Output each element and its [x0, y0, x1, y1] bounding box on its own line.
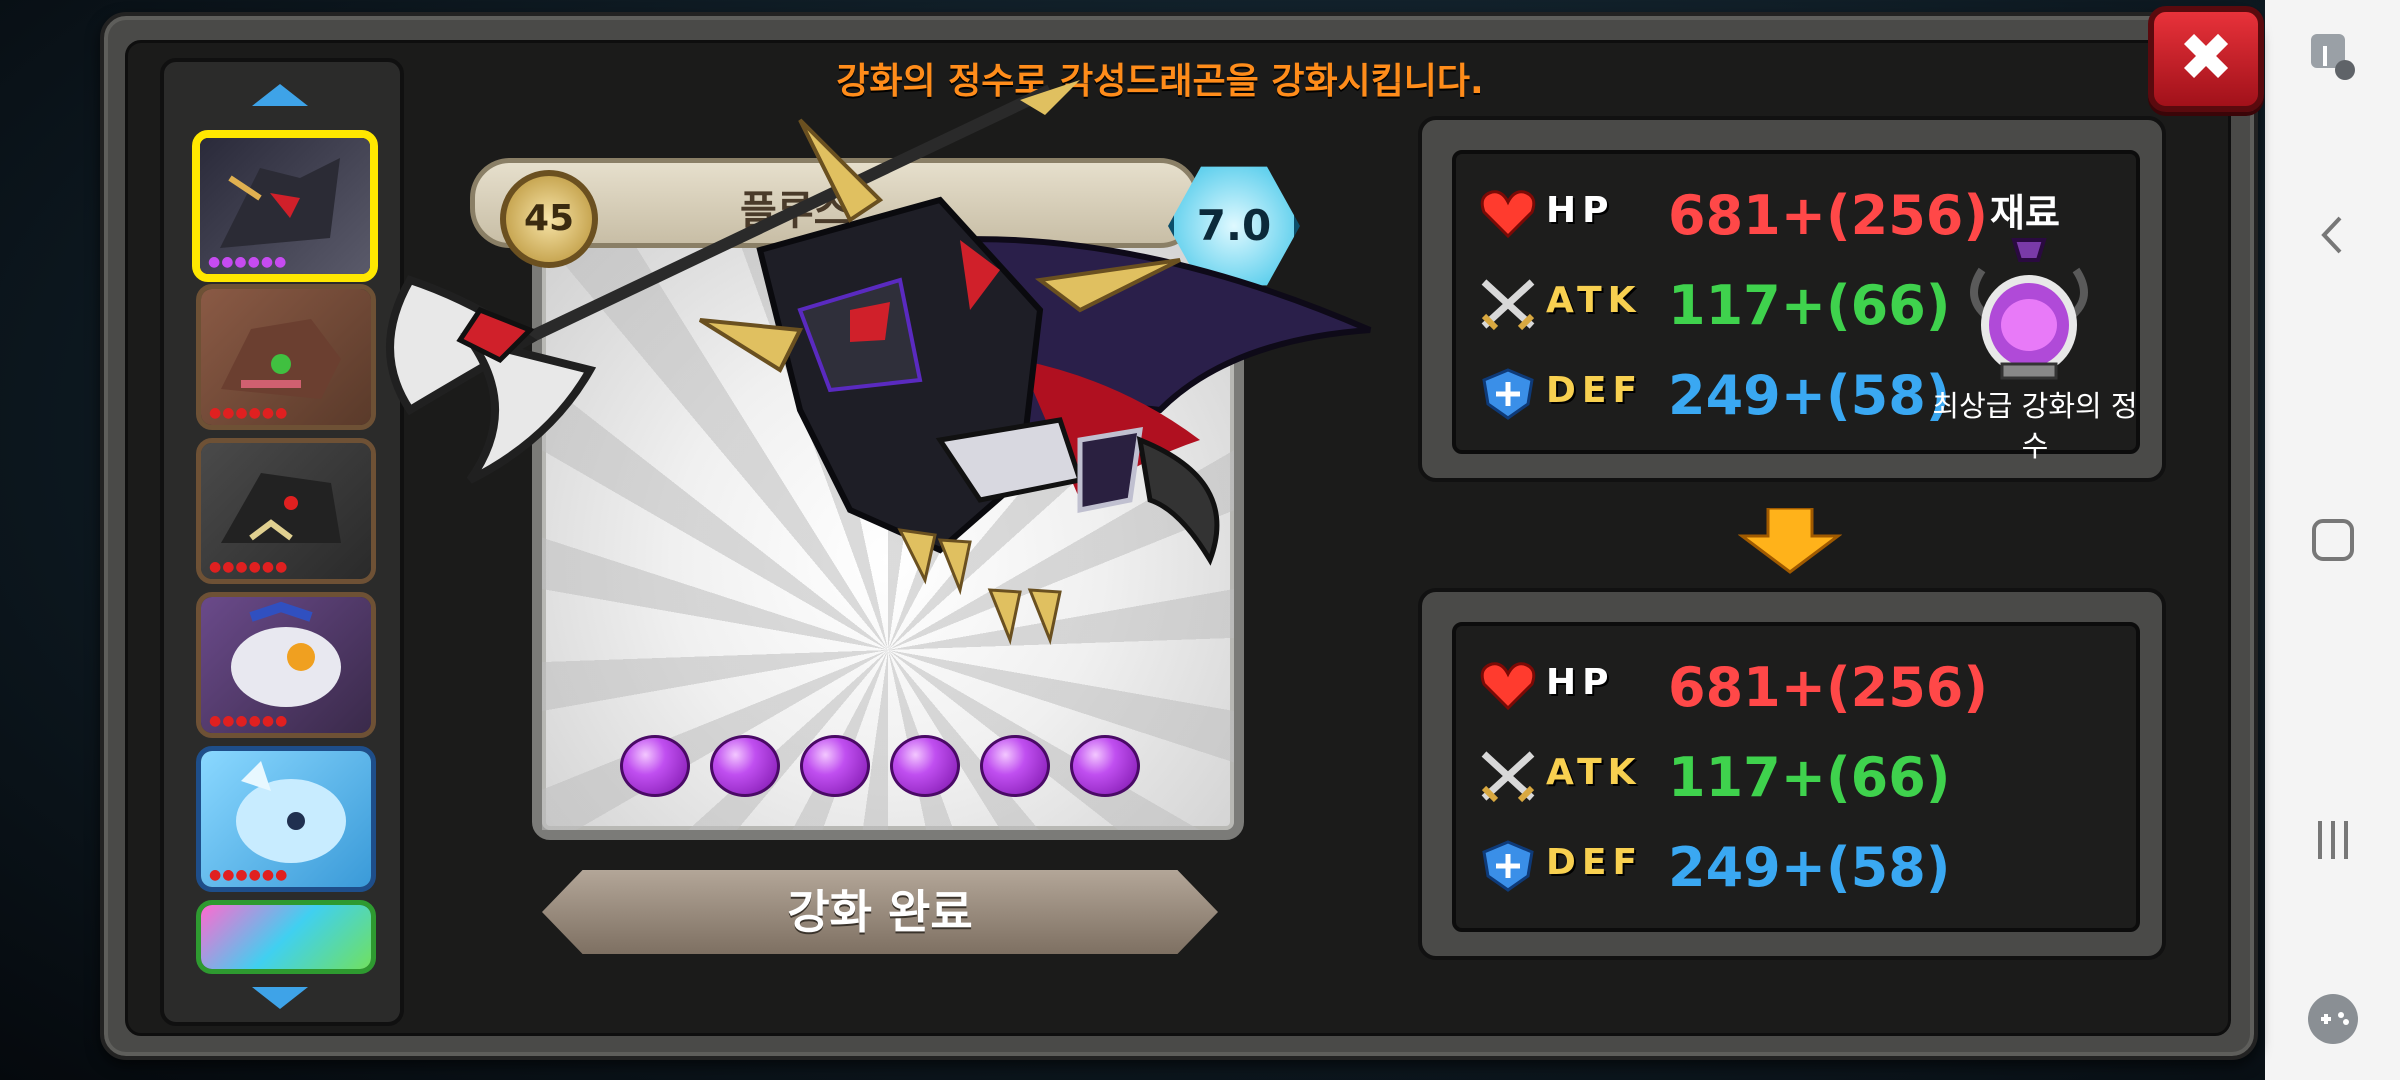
dragon-list[interactable]: ●●●●●● ●●●●●● ●●●●●● ●●●●●● ●●●●●●	[160, 58, 404, 1026]
orb	[710, 735, 780, 797]
thumb-stars: ●●●●●●	[209, 867, 289, 883]
system-navigation-bar	[2265, 0, 2400, 1080]
result-stats-panel: HP 681+(256) ATK 117+(66) DEF 249+(58)	[1418, 588, 2166, 960]
dragon-artwork	[386, 80, 1372, 646]
def-value: 249+(58)	[1668, 836, 1951, 899]
back-icon[interactable]	[2265, 210, 2400, 264]
hp-label: HP	[1546, 662, 1615, 703]
result-stats-inner: HP 681+(256) ATK 117+(66) DEF 249+(58)	[1452, 622, 2140, 932]
close-button[interactable]: ✖	[2148, 6, 2264, 112]
crossed-swords-icon	[1481, 279, 1535, 331]
dragon-thumb-2[interactable]: ●●●●●●	[196, 284, 376, 430]
shield-icon	[1482, 368, 1534, 420]
orb	[800, 735, 870, 797]
shield-icon	[1482, 840, 1534, 892]
dragon-thumb-5[interactable]: ●●●●●●	[196, 746, 376, 892]
def-label: DEF	[1546, 842, 1644, 883]
dragon-portrait	[201, 905, 371, 969]
def-value: 249+(58)	[1668, 364, 1951, 427]
crossed-swords-icon	[1481, 751, 1535, 803]
heart-icon	[1480, 662, 1536, 711]
orb	[890, 735, 960, 797]
dragon-thumb-1[interactable]: ●●●●●●	[192, 130, 378, 282]
atk-value: 117+(66)	[1668, 746, 1951, 809]
scroll-up-arrow-icon[interactable]	[252, 84, 308, 106]
thumb-stars: ●●●●●●	[209, 713, 289, 729]
thumb-stars: ●●●●●●	[209, 559, 289, 575]
dragon-thumb-4[interactable]: ●●●●●●	[196, 592, 376, 738]
touch-lock-icon[interactable]	[2265, 30, 2400, 90]
down-arrow-icon	[1738, 508, 1842, 574]
heart-icon	[1480, 190, 1536, 239]
game-tools-icon[interactable]	[2265, 990, 2400, 1052]
hp-value: 681+(256)	[1668, 656, 1989, 719]
hp-label: HP	[1546, 190, 1615, 231]
dragon-thumb-3[interactable]: ●●●●●●	[196, 438, 376, 584]
def-label: DEF	[1546, 370, 1644, 411]
scroll-down-arrow-icon[interactable]	[252, 987, 308, 1009]
enhance-essence-icon	[1970, 238, 2088, 380]
recent-apps-icon[interactable]	[2265, 815, 2400, 869]
atk-label: ATK	[1546, 280, 1642, 321]
atk-value: 117+(66)	[1668, 274, 1951, 337]
orb	[1070, 735, 1140, 797]
hp-value: 681+(256)	[1668, 184, 1989, 247]
atk-label: ATK	[1546, 752, 1642, 793]
enhance-complete-button[interactable]: 강화 완료	[542, 870, 1218, 954]
material-title: 재료	[1990, 191, 2060, 235]
home-icon[interactable]	[2265, 515, 2400, 569]
thumb-stars: ●●●●●●	[209, 405, 289, 421]
thumb-stars: ●●●●●●	[208, 254, 288, 270]
orb	[620, 735, 690, 797]
dragon-thumb-6[interactable]	[196, 900, 376, 974]
material-name: 최상급 강화의 정수	[1932, 389, 2138, 463]
orb	[980, 735, 1050, 797]
